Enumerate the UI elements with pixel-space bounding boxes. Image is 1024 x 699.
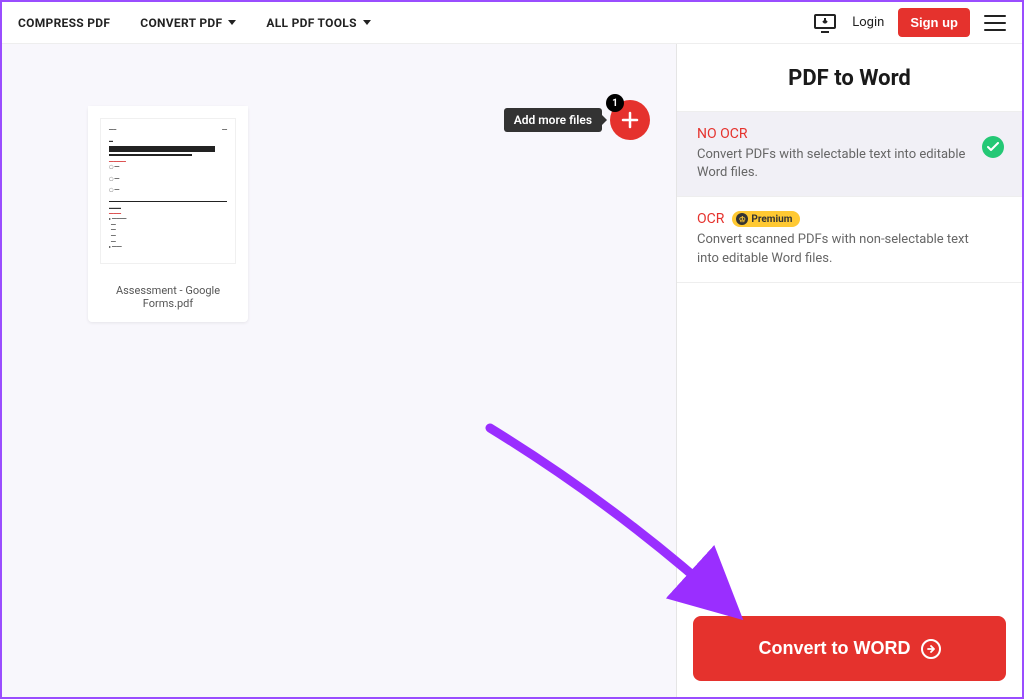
login-link[interactable]: Login	[852, 15, 884, 30]
file-card[interactable]: ━━━━━ ▬ ━━━━━━━ ◯ ━━◯ ━━◯ ━━ ▬▬▬ ━━━━━ ▸…	[88, 106, 248, 322]
nav-convert-label: CONVERT PDF	[140, 16, 222, 30]
plus-icon	[620, 110, 640, 130]
convert-button[interactable]: Convert to WORD	[693, 616, 1006, 681]
nav-all-tools[interactable]: ALL PDF TOOLS	[266, 16, 370, 30]
add-files-button[interactable]: 1	[610, 100, 650, 140]
file-name-label: Assessment - Google Forms.pdf	[88, 276, 248, 322]
nav-left: COMPRESS PDF CONVERT PDF ALL PDF TOOLS	[18, 16, 371, 30]
sidebar: PDF to Word NO OCR Convert PDFs with sel…	[676, 44, 1022, 697]
file-count-badge: 1	[606, 94, 624, 112]
nav-all-tools-label: ALL PDF TOOLS	[266, 16, 356, 30]
premium-badge: ♔ Premium	[732, 211, 800, 227]
crown-icon: ♔	[736, 213, 748, 225]
menu-icon[interactable]	[984, 15, 1006, 31]
option-ocr-desc: Convert scanned PDFs with non-selectable…	[697, 231, 1002, 267]
option-no-ocr[interactable]: NO OCR Convert PDFs with selectable text…	[677, 111, 1022, 196]
sidebar-title: PDF to Word	[677, 44, 1022, 111]
signup-button[interactable]: Sign up	[898, 8, 970, 37]
add-more-tooltip: Add more files	[504, 108, 602, 132]
main: ━━━━━ ▬ ━━━━━━━ ◯ ━━◯ ━━◯ ━━ ▬▬▬ ━━━━━ ▸…	[2, 44, 1022, 697]
sidebar-spacer	[677, 283, 1022, 600]
canvas-area: ━━━━━ ▬ ━━━━━━━ ◯ ━━◯ ━━◯ ━━ ▬▬▬ ━━━━━ ▸…	[2, 44, 676, 697]
option-ocr-title-text: OCR	[697, 211, 724, 227]
convert-button-label: Convert to WORD	[759, 638, 911, 659]
option-no-ocr-desc: Convert PDFs with selectable text into e…	[697, 146, 1002, 182]
option-ocr[interactable]: OCR ♔ Premium Convert scanned PDFs with …	[677, 196, 1022, 282]
nav-convert[interactable]: CONVERT PDF	[140, 16, 236, 30]
file-thumbnail: ━━━━━ ▬ ━━━━━━━ ◯ ━━◯ ━━◯ ━━ ▬▬▬ ━━━━━ ▸…	[88, 106, 248, 276]
header: COMPRESS PDF CONVERT PDF ALL PDF TOOLS L…	[2, 2, 1022, 44]
check-icon	[982, 136, 1004, 158]
option-no-ocr-title: NO OCR	[697, 126, 1002, 142]
nav-right: Login Sign up	[812, 8, 1006, 37]
nav-compress[interactable]: COMPRESS PDF	[18, 16, 110, 30]
premium-badge-text: Premium	[751, 214, 792, 225]
add-more-group: Add more files 1	[504, 100, 650, 140]
chevron-down-icon	[228, 20, 236, 25]
download-desktop-icon[interactable]	[812, 12, 838, 34]
chevron-down-icon	[363, 20, 371, 25]
option-ocr-title: OCR ♔ Premium	[697, 211, 1002, 227]
arrow-right-circle-icon	[921, 639, 941, 659]
